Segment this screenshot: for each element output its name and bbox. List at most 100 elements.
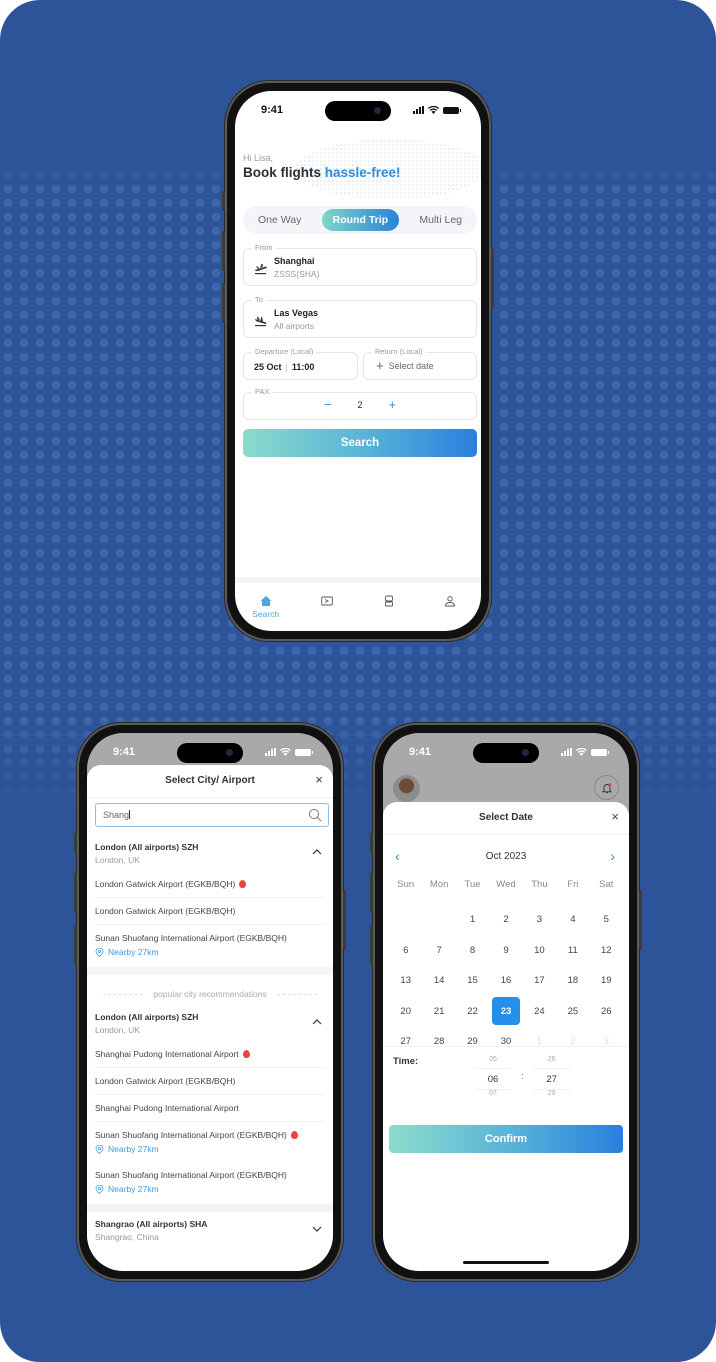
calendar-day[interactable]: 27: [389, 1027, 422, 1058]
city-group-header[interactable]: Shangrao (All airports) SHA Shangrao, Ch…: [95, 1214, 325, 1248]
weekday-header: Fri: [567, 879, 579, 890]
tab-round-trip[interactable]: Round Trip: [321, 209, 400, 231]
search-icon[interactable]: [308, 808, 322, 822]
to-label: To: [252, 295, 266, 304]
tab-one-way[interactable]: One Way: [247, 209, 312, 231]
calendar-day[interactable]: 8: [456, 935, 489, 966]
airport-name: London Gatwick Airport (EGKB/BQH): [95, 1076, 236, 1086]
tab-multi-leg[interactable]: Multi Leg: [408, 209, 473, 231]
airport-item[interactable]: Sunan Shuofang International Airport (EG…: [95, 1122, 325, 1162]
close-icon[interactable]: ×: [611, 810, 619, 823]
calendar-day[interactable]: 20: [389, 996, 422, 1027]
minute-wheel[interactable]: 26 27 29: [533, 1056, 570, 1102]
departure-field[interactable]: Departure (Local) 25 Oct | 11:00: [243, 347, 358, 380]
weekday-header: Sat: [599, 879, 614, 890]
showcase-background: 9:41 Hi Lisa, Book flights hassle-free! …: [0, 0, 716, 1362]
calendar-day[interactable]: 13: [389, 966, 422, 997]
city-group-header[interactable]: London (All airports) SZH London, UK: [95, 1007, 325, 1041]
calendar-day[interactable]: 14: [422, 966, 455, 997]
screen: 9:41 Select City/ Airport × Shang London…: [87, 733, 333, 1271]
calendar-day[interactable]: 4: [556, 905, 589, 936]
calendar-day[interactable]: 28: [422, 1027, 455, 1058]
calendar-day[interactable]: 18: [556, 966, 589, 997]
airport-item[interactable]: Shanghai Pudong International Airport: [95, 1041, 325, 1068]
calendar-day[interactable]: 25: [556, 996, 589, 1027]
calendar-day-number: 26: [600, 1005, 612, 1017]
chevron-down-icon[interactable]: [311, 1223, 323, 1235]
calendar-day[interactable]: 10: [523, 935, 556, 966]
calendar-day[interactable]: 9: [489, 935, 522, 966]
calendar-day[interactable]: 17: [523, 966, 556, 997]
pax-label: PAX: [252, 387, 273, 396]
to-field[interactable]: To Las Vegas All airports: [243, 295, 477, 338]
signal-icon: [413, 106, 424, 114]
city-group-header[interactable]: London (All airports) SZH London, UK: [95, 837, 325, 871]
wifi-icon: [428, 106, 439, 114]
calendar-day[interactable]: 2: [489, 905, 522, 936]
search-button[interactable]: Search: [243, 429, 477, 457]
city-group: London (All airports) SZH London, UK Sha…: [87, 1007, 333, 1202]
calendar-day[interactable]: 16: [489, 966, 522, 997]
popular-heading: popular city recommendations: [87, 977, 333, 1007]
status-time: 9:41: [261, 104, 284, 116]
calendar-day[interactable]: 26: [590, 996, 623, 1027]
weekday-header: Sun: [397, 879, 415, 890]
city-group-name: Shangrao (All airports) SHA: [95, 1219, 208, 1229]
tabbar-item-luggage[interactable]: [364, 595, 414, 631]
airport-name: Sunan Shuofang International Airport (EG…: [95, 1130, 287, 1140]
pax-decrement-button[interactable]: −: [324, 398, 332, 411]
phone-side-button: [74, 833, 77, 853]
calendar-day[interactable]: 11: [556, 935, 589, 966]
pax-increment-button[interactable]: +: [389, 398, 397, 411]
calendar-day[interactable]: 24: [523, 996, 556, 1027]
airport-item[interactable]: Sunan Shuofang International Airport (EG…: [95, 1162, 325, 1202]
calendar-day: 2: [556, 1027, 589, 1058]
calendar-day-selected[interactable]: 23: [489, 996, 522, 1027]
calendar-day[interactable]: 12: [590, 935, 623, 966]
airport-item[interactable]: London Gatwick Airport (EGKB/BQH): [95, 871, 325, 898]
calendar-day[interactable]: 30: [489, 1027, 522, 1058]
calendar-day[interactable]: 5: [590, 905, 623, 936]
chevron-up-icon[interactable]: [311, 846, 323, 858]
from-field[interactable]: From Shanghai ZSSS(SHA): [243, 243, 477, 286]
confirm-button[interactable]: Confirm: [389, 1125, 623, 1153]
calendar-day[interactable]: 29: [456, 1027, 489, 1058]
hour-wheel[interactable]: 05 06 07: [475, 1056, 511, 1102]
calendar-day[interactable]: 21: [422, 996, 455, 1027]
calendar-day[interactable]: 6: [389, 935, 422, 966]
phone-side-button: [370, 833, 373, 853]
airport-item[interactable]: Sunan Shuofang International Airport (EG…: [95, 925, 325, 965]
calendar-day[interactable]: 7: [422, 935, 455, 966]
screen: 9:41 Select Date × ‹ Oct 2023 › Sun Mon …: [383, 733, 629, 1271]
city-group-name: London (All airports) SZH: [95, 842, 199, 852]
calendar-day: [422, 905, 455, 936]
avatar[interactable]: [393, 775, 420, 802]
airport-item[interactable]: London Gatwick Airport (EGKB/BQH): [95, 1068, 325, 1095]
calendar-day[interactable]: 1: [456, 905, 489, 936]
notification-button[interactable]: [594, 775, 619, 800]
close-icon[interactable]: ×: [315, 773, 323, 786]
calendar-day-number: 4: [570, 914, 576, 926]
city-search-input[interactable]: Shang: [95, 803, 329, 827]
calendar-day[interactable]: 3: [523, 905, 556, 936]
calendar-day[interactable]: 19: [590, 966, 623, 997]
phone-side-button: [222, 191, 225, 211]
calendar-day-number: 20: [400, 1005, 411, 1017]
nearby-distance: Nearby 27km: [95, 1144, 325, 1154]
tabbar-item-profile[interactable]: [425, 595, 475, 631]
calendar-day[interactable]: 15: [456, 966, 489, 997]
calendar-day-number: 18: [567, 975, 579, 987]
tabbar-item-tickets[interactable]: [302, 595, 352, 631]
next-month-button[interactable]: ›: [610, 848, 615, 864]
to-city: Las Vegas: [274, 308, 319, 318]
chevron-up-icon[interactable]: [311, 1016, 323, 1028]
divider: [87, 797, 333, 798]
phone-side-button: [370, 873, 373, 913]
calendar-day[interactable]: 22: [456, 996, 489, 1027]
nearby-distance: Nearby 27km: [95, 1184, 325, 1194]
airport-item[interactable]: Shanghai Pudong International Airport: [95, 1095, 325, 1122]
airport-item[interactable]: London Gatwick Airport (EGKB/BQH): [95, 898, 325, 925]
phone-side-button: [491, 248, 494, 308]
return-field[interactable]: Return (Local) + Select date: [363, 347, 477, 380]
tabbar-item-search[interactable]: Search: [241, 595, 291, 631]
